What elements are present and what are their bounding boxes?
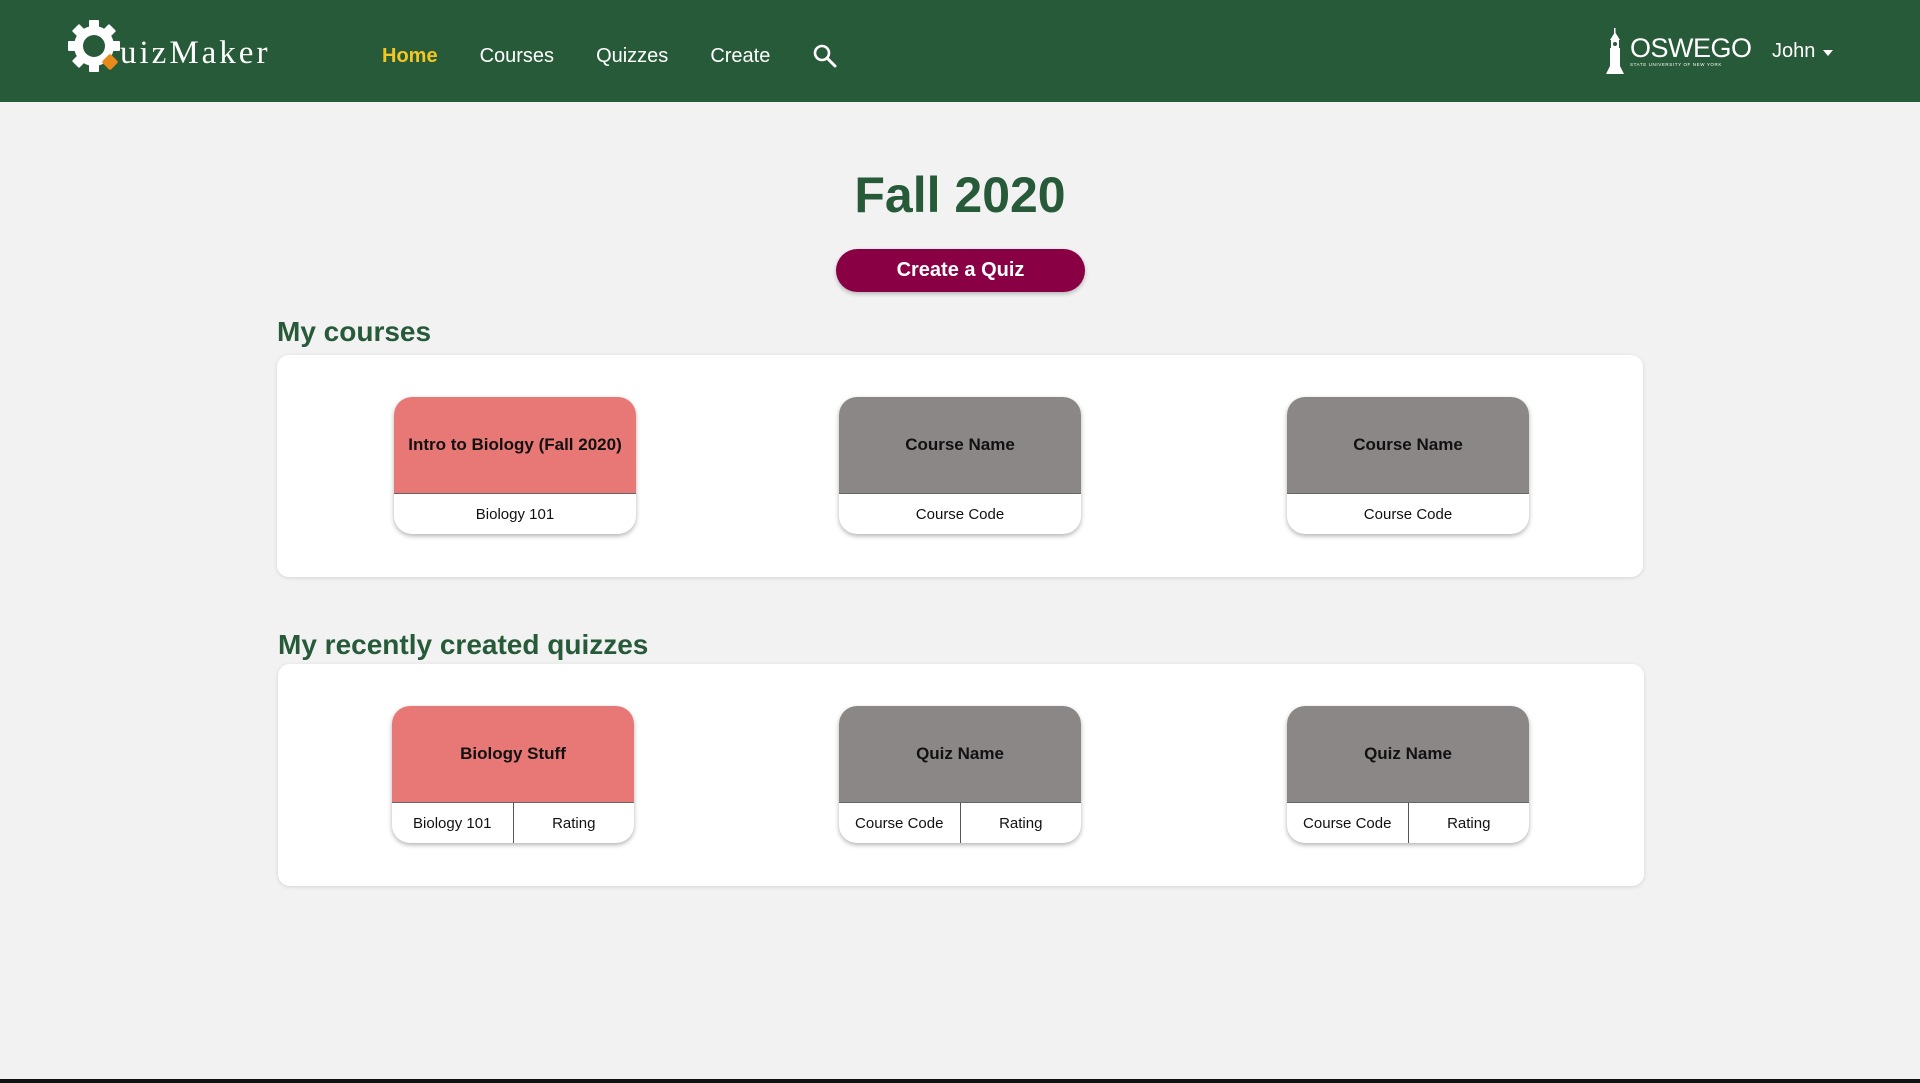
oswego-logo[interactable]: OSWEGO STATE UNIVERSITY OF NEW YORK (1604, 28, 1752, 74)
quiz-name: Biology Stuff (392, 706, 634, 803)
quizmaker-logo[interactable]: uizMaker (66, 18, 270, 74)
courses-panel: Intro to Biology (Fall 2020) Biology 101… (277, 355, 1643, 577)
university-subtitle: STATE UNIVERSITY OF NEW YORK (1630, 61, 1722, 67)
quiz-rating: Rating (959, 803, 1082, 843)
quiz-rating: Rating (512, 803, 635, 843)
quizzes-panel: Biology Stuff Biology 101 Rating Quiz Na… (278, 664, 1644, 886)
course-card[interactable]: Intro to Biology (Fall 2020) Biology 101 (394, 397, 636, 534)
page-title: Fall 2020 (854, 167, 1066, 223)
clock-tower-icon (1604, 28, 1626, 74)
course-card[interactable]: Course Name Course Code (1287, 397, 1529, 534)
main-nav: Home Courses Quizzes Create (382, 0, 838, 112)
quizzes-section-title: My recently created quizzes (278, 629, 649, 660)
quiz-course-code: Course Code (855, 814, 944, 832)
course-name: Course Name (1287, 397, 1529, 494)
quiz-course-code: Biology 101 (413, 814, 492, 832)
nav-courses[interactable]: Courses (480, 45, 554, 68)
user-menu[interactable]: John (1772, 40, 1834, 63)
university-name: OSWEGO (1630, 32, 1752, 63)
top-navbar: uizMaker Home Courses Quizzes Create OSW… (0, 0, 1920, 102)
quiz-rating: Rating (1407, 803, 1530, 843)
course-name: Course Name (839, 397, 1081, 494)
create-quiz-button[interactable]: Create a Quiz (836, 249, 1085, 292)
gear-logo-icon (66, 18, 122, 74)
logo-text: uizMaker (120, 34, 271, 71)
nav-create[interactable]: Create (710, 45, 770, 68)
quiz-course-code: Course Code (1303, 814, 1392, 832)
bottom-edge-divider (0, 1079, 1920, 1083)
course-code: Course Code (1363, 505, 1453, 523)
quiz-card[interactable]: Quiz Name Course Code Rating (839, 706, 1081, 843)
nav-quizzes[interactable]: Quizzes (596, 45, 668, 68)
course-code: Biology 101 (475, 505, 555, 523)
quiz-card[interactable]: Quiz Name Course Code Rating (1287, 706, 1529, 843)
user-name: John (1772, 40, 1816, 62)
search-icon[interactable] (812, 43, 838, 69)
caret-down-icon (1823, 50, 1834, 56)
course-code: Course Code (915, 505, 1005, 523)
course-name: Intro to Biology (Fall 2020) (394, 397, 636, 494)
quiz-name: Quiz Name (839, 706, 1081, 803)
quiz-name: Quiz Name (1287, 706, 1529, 803)
courses-section-title: My courses (277, 316, 432, 347)
course-card[interactable]: Course Name Course Code (839, 397, 1081, 534)
quiz-card[interactable]: Biology Stuff Biology 101 Rating (392, 706, 634, 843)
nav-home[interactable]: Home (382, 45, 438, 68)
